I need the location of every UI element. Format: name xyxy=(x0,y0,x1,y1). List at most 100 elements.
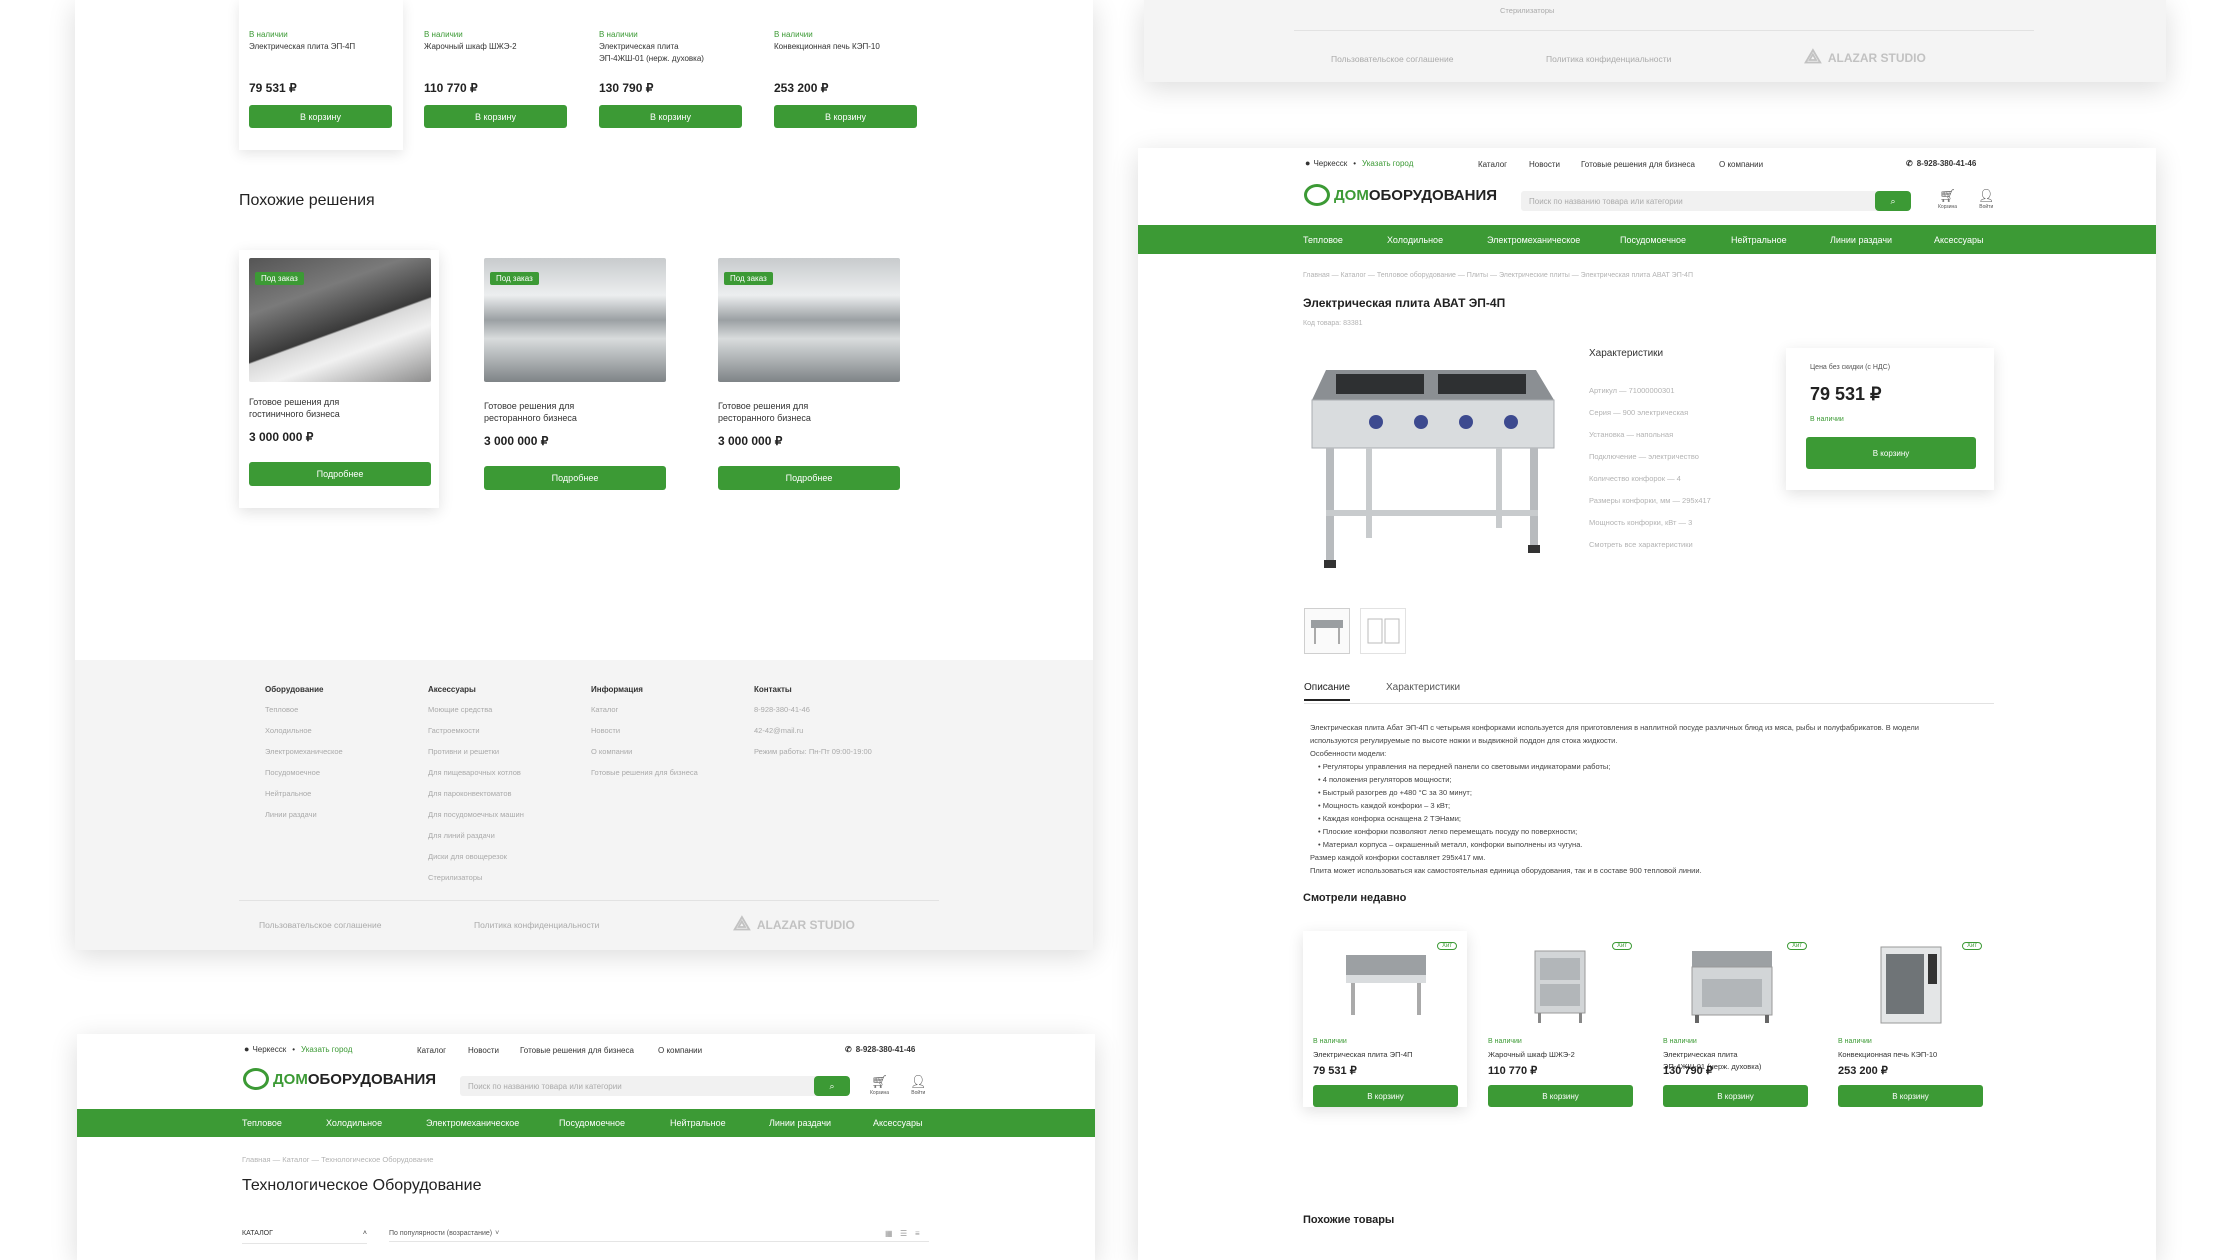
nav-item-serving-lines[interactable]: Линии раздачи xyxy=(1830,235,1892,245)
breadcrumb[interactable]: Главная — Каталог — Тепловое оборудовани… xyxy=(1303,272,1693,279)
all-specs-link[interactable]: Смотреть все характеристики xyxy=(1589,540,1693,549)
top-link-catalog[interactable]: Каталог xyxy=(1478,160,1507,169)
add-to-cart-button[interactable]: В корзину xyxy=(1663,1085,1808,1107)
footer-link[interactable]: Линии раздачи xyxy=(265,810,317,819)
top-link-news[interactable]: Новости xyxy=(1529,160,1560,169)
product-card[interactable]: В наличии Электрическая плита ЭП-4П xyxy=(249,30,394,53)
privacy-policy-link[interactable]: Политика конфиденциальности xyxy=(474,920,599,930)
add-to-cart-button[interactable]: В корзину xyxy=(774,105,917,128)
nav-item-neutral[interactable]: Нейтральное xyxy=(670,1118,726,1128)
footer-link[interactable]: Диски для овощерезок xyxy=(428,852,507,861)
nav-item-electromechanical[interactable]: Электромеханическое xyxy=(1487,235,1580,245)
footer-hours: Режим работы: Пн-Пт 09:00-19:00 xyxy=(754,747,872,756)
grid-view-icon[interactable]: ▦ xyxy=(885,1229,893,1238)
tab-description[interactable]: Описание xyxy=(1304,682,1351,701)
details-button[interactable]: Подробнее xyxy=(718,466,900,490)
footer-link[interactable]: Для линий раздачи xyxy=(428,831,495,840)
user-agreement-link[interactable]: Пользовательское соглашение xyxy=(259,920,381,930)
top-link-catalog[interactable]: Каталог xyxy=(417,1046,446,1055)
footer-link[interactable]: О компании xyxy=(591,747,632,756)
footer-link[interactable]: Противни и решетки xyxy=(428,747,499,756)
product-card[interactable]: В наличии Конвекционная печь КЭП-10 xyxy=(774,30,919,53)
cart-button[interactable]: 🛒︎ Корзина xyxy=(870,1074,889,1096)
nav-item-accessories[interactable]: Аксессуары xyxy=(1934,235,1983,245)
footer-link[interactable]: Для посудомоечных машин xyxy=(428,810,524,819)
nav-item-neutral[interactable]: Нейтральное xyxy=(1731,235,1787,245)
footer-link[interactable]: Нейтральное xyxy=(265,789,311,798)
footer-link[interactable]: Электромеханическое xyxy=(265,747,343,756)
product-card[interactable]: В наличии Электрическая плита ЭП-4ЖШ-01 … xyxy=(599,30,719,65)
footer-link[interactable]: Стерилизаторы xyxy=(1500,6,1554,15)
phone-link[interactable]: ✆ 8-928-380-41-46 xyxy=(1906,159,1976,168)
phone-link[interactable]: ✆ 8-928-380-41-46 xyxy=(845,1045,915,1054)
nav-item-dishwashing[interactable]: Посудомоечное xyxy=(559,1118,625,1128)
sort-dropdown[interactable]: По популярности (возрастание) ˅ xyxy=(389,1230,499,1237)
list-view-icon[interactable]: ☰ xyxy=(900,1229,907,1238)
recent-card[interactable]: Хит В наличии Электрическая плита ЭП-4П xyxy=(1313,938,1458,1102)
add-to-cart-button[interactable]: В корзину xyxy=(249,105,392,128)
top-link-solutions[interactable]: Готовые решения для бизнеса xyxy=(520,1046,634,1055)
recent-card[interactable]: Хит В наличии Конвекционная печь КЭП-10 xyxy=(1838,938,1983,1102)
top-link-news[interactable]: Новости xyxy=(468,1046,499,1055)
logo-text-b: ОБОРУДОВАНИЯ xyxy=(1368,186,1498,204)
nav-item-serving-lines[interactable]: Линии раздачи xyxy=(769,1118,831,1128)
top-link-about[interactable]: О компании xyxy=(658,1046,702,1055)
product-card[interactable]: В наличии Жарочный шкаф ШЖЭ-2 xyxy=(424,30,569,53)
nav-item-refrigeration[interactable]: Холодильное xyxy=(326,1118,382,1128)
privacy-policy-link[interactable]: Политика конфиденциальности xyxy=(1546,54,1671,64)
nav-item-electromechanical[interactable]: Электромеханическое xyxy=(426,1118,519,1128)
compact-view-icon[interactable]: ≡ xyxy=(915,1229,920,1238)
login-button[interactable]: 👤︎ Войти xyxy=(1978,188,1995,210)
search-input[interactable]: Поиск по названию товара или категории xyxy=(1521,191,1893,211)
add-to-cart-button[interactable]: В корзину xyxy=(424,105,567,128)
footer-link[interactable]: Холодильное xyxy=(265,726,312,735)
recent-card[interactable]: Хит В наличии Электрическая плита ЭП-4ЖШ… xyxy=(1663,938,1808,1102)
add-to-cart-button[interactable]: В корзину xyxy=(599,105,742,128)
nav-item-thermal[interactable]: Тепловое xyxy=(1303,235,1343,245)
details-button[interactable]: Подробнее xyxy=(484,466,666,490)
nav-item-refrigeration[interactable]: Холодильное xyxy=(1387,235,1443,245)
footer-email[interactable]: 42-42@mail.ru xyxy=(754,726,803,735)
top-link-solutions[interactable]: Готовые решения для бизнеса xyxy=(1581,160,1695,169)
site-logo[interactable]: ДОМ ОБОРУДОВАНИЯ xyxy=(1304,184,1497,206)
city-selector[interactable]: ● Черкесск • Указать город xyxy=(1305,158,1413,168)
footer-link[interactable]: Готовые решения для бизнеса xyxy=(591,768,698,777)
nav-item-accessories[interactable]: Аксессуары xyxy=(873,1118,922,1128)
thumbnail-2[interactable] xyxy=(1360,608,1406,654)
cart-button[interactable]: 🛒︎ Корзина xyxy=(1938,188,1957,210)
details-button[interactable]: Подробнее xyxy=(249,462,431,486)
footer-link[interactable]: Посудомоечное xyxy=(265,768,320,777)
thumbnail-1[interactable] xyxy=(1304,608,1350,654)
top-link-about[interactable]: О компании xyxy=(1719,160,1763,169)
footer-link[interactable]: Моющие средства xyxy=(428,705,492,714)
footer-link[interactable]: Гастроемкости xyxy=(428,726,480,735)
footer-link[interactable]: Новости xyxy=(591,726,620,735)
choose-city-link[interactable]: Указать город xyxy=(1362,159,1413,168)
nav-item-dishwashing[interactable]: Посудомоечное xyxy=(1620,235,1686,245)
catalog-dropdown[interactable]: КАТАЛОГ ˄ xyxy=(242,1230,367,1244)
search-button[interactable]: ⌕ xyxy=(814,1076,850,1096)
city-selector[interactable]: ● Черкесск • Указать город xyxy=(244,1044,352,1054)
login-button[interactable]: 👤︎ Войти xyxy=(910,1074,927,1096)
footer-link[interactable]: Тепловое xyxy=(265,705,298,714)
product-image[interactable] xyxy=(1306,360,1558,572)
search-button[interactable]: ⌕ xyxy=(1875,191,1911,211)
user-agreement-link[interactable]: Пользовательское соглашение xyxy=(1331,54,1453,64)
product-price: 253 200 ₽ xyxy=(1838,1065,1888,1077)
footer-phone[interactable]: 8-928-380-41-46 xyxy=(754,705,810,714)
nav-item-thermal[interactable]: Тепловое xyxy=(242,1118,282,1128)
add-to-cart-button[interactable]: В корзину xyxy=(1838,1085,1983,1107)
tab-specs[interactable]: Характеристики xyxy=(1386,682,1460,693)
search-input[interactable]: Поиск по названию товара или категории xyxy=(460,1076,832,1096)
choose-city-link[interactable]: Указать город xyxy=(301,1045,352,1054)
footer-link[interactable]: Для пароконвектоматов xyxy=(428,789,511,798)
footer-link[interactable]: Для пищеварочных котлов xyxy=(428,768,521,777)
site-logo[interactable]: ДОМ ОБОРУДОВАНИЯ xyxy=(243,1068,436,1090)
breadcrumb[interactable]: Главная — Каталог — Технологическое Обор… xyxy=(242,1155,433,1164)
footer-link[interactable]: Каталог xyxy=(591,705,618,714)
add-to-cart-button[interactable]: В корзину xyxy=(1313,1085,1458,1107)
footer-link[interactable]: Стерилизаторы xyxy=(428,873,482,882)
add-to-cart-button[interactable]: В корзину xyxy=(1488,1085,1633,1107)
add-to-cart-button[interactable]: В корзину xyxy=(1806,437,1976,469)
recent-card[interactable]: Хит В наличии Жарочный шкаф ШЖЭ-2 xyxy=(1488,938,1633,1102)
